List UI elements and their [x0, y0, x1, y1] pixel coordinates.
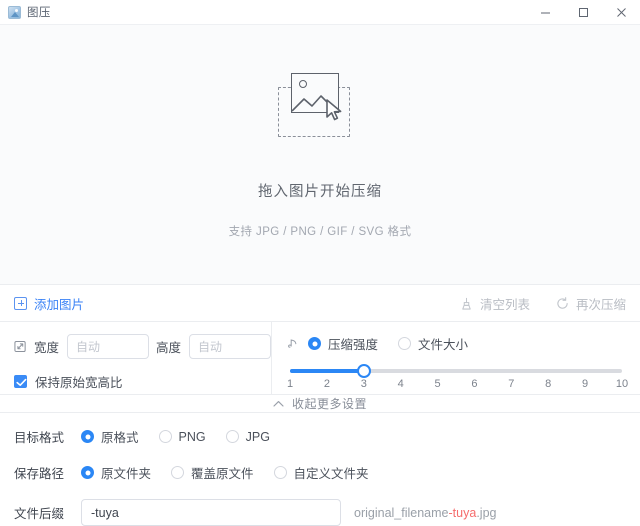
- image-drop-icon: [272, 70, 368, 146]
- check-icon: [16, 378, 27, 387]
- compress-panel: 压缩强度 文件大小 1 2 3 4 5 6 7 8 9 10: [272, 322, 640, 394]
- drop-zone[interactable]: 拖入图片开始压缩 支持 JPG / PNG / GIF / SVG 格式: [0, 25, 640, 285]
- photo-sun: [299, 80, 307, 88]
- cursor-arrow-icon: [324, 98, 346, 124]
- slider-tick: 10: [616, 378, 628, 390]
- preview-suffix: -tuya: [449, 506, 477, 520]
- format-jpg-label: JPG: [246, 430, 270, 444]
- settings-upper: 宽度 高度 保持原始宽高比: [0, 322, 640, 394]
- advanced-settings: 目标格式 原格式 PNG JPG 保存路径 原文件夹 覆盖原文件: [0, 413, 640, 526]
- format-png-label: PNG: [179, 430, 206, 444]
- slider-tick: 2: [324, 378, 330, 390]
- save-path-option-overwrite[interactable]: 覆盖原文件: [171, 463, 254, 482]
- chevron-up-icon: [273, 400, 284, 408]
- filename-preview: original_filename-tuya.jpg: [354, 506, 496, 520]
- radio-dot-path-original[interactable]: [81, 466, 94, 479]
- recompress-button[interactable]: 再次压缩: [556, 294, 626, 313]
- collapse-settings-label: 收起更多设置: [292, 395, 367, 412]
- save-path-row: 保存路径 原文件夹 覆盖原文件 自定义文件夹: [14, 463, 626, 482]
- mode-filesize-label: 文件大小: [418, 334, 468, 353]
- recompress-label: 再次压缩: [576, 294, 626, 313]
- mode-radio-filesize[interactable]: 文件大小: [398, 334, 468, 353]
- width-label: 宽度: [34, 337, 59, 356]
- size-panel: 宽度 高度 保持原始宽高比: [0, 322, 272, 394]
- save-path-original-label: 原文件夹: [101, 463, 151, 482]
- compress-note-icon: [286, 337, 299, 350]
- size-row: 宽度 高度: [14, 334, 271, 359]
- compress-mode-row: 压缩强度 文件大小: [286, 334, 626, 353]
- width-input[interactable]: [67, 334, 149, 359]
- keep-ratio-checkbox[interactable]: [14, 375, 27, 388]
- mode-strength-label: 压缩强度: [328, 334, 378, 353]
- add-images-button[interactable]: 添加图片: [14, 294, 84, 313]
- radio-dot-format-jpg[interactable]: [226, 430, 239, 443]
- collapse-settings-button[interactable]: 收起更多设置: [0, 394, 640, 413]
- minimize-button[interactable]: [526, 0, 564, 24]
- add-images-label: 添加图片: [34, 294, 84, 313]
- drop-zone-subtitle: 支持 JPG / PNG / GIF / SVG 格式: [229, 223, 412, 239]
- window-title: 图压: [27, 4, 51, 20]
- radio-dot-format-png[interactable]: [159, 430, 172, 443]
- maximize-button[interactable]: [564, 0, 602, 24]
- height-label: 高度: [156, 337, 181, 356]
- clear-list-button[interactable]: 清空列表: [460, 294, 530, 313]
- slider-track-fill: [290, 369, 364, 373]
- plus-square-icon: [14, 297, 27, 310]
- preview-extension: .jpg: [476, 506, 496, 520]
- slider-tick: 3: [361, 378, 367, 390]
- image-app-icon: [8, 6, 21, 19]
- title-bar: 图压: [0, 0, 640, 25]
- save-path-label: 保存路径: [14, 463, 81, 482]
- scale-icon: [14, 340, 27, 353]
- slider-track[interactable]: [290, 369, 622, 373]
- save-path-option-original-folder[interactable]: 原文件夹: [81, 463, 151, 482]
- file-suffix-row: 文件后缀 original_filename-tuya.jpg: [14, 499, 626, 526]
- save-path-overwrite-label: 覆盖原文件: [191, 463, 254, 482]
- slider-tick: 1: [287, 378, 293, 390]
- action-bar: 添加图片 清空列表 再次压缩: [0, 285, 640, 322]
- format-option-original[interactable]: 原格式: [81, 427, 139, 446]
- slider-ticks: 12345678910: [290, 378, 622, 394]
- strength-slider[interactable]: 1 2 3 4 5 6 7 8 9 10: [286, 365, 626, 394]
- action-bar-right: 清空列表 再次压缩: [460, 294, 626, 313]
- mode-radio-strength[interactable]: 压缩强度: [308, 334, 378, 353]
- broom-icon: [460, 297, 473, 310]
- close-button[interactable]: [602, 0, 640, 24]
- slider-tick: 7: [508, 378, 514, 390]
- slider-tick: 9: [582, 378, 588, 390]
- slider-tick: 6: [471, 378, 477, 390]
- keep-ratio-row[interactable]: 保持原始宽高比: [14, 372, 271, 391]
- keep-ratio-label: 保持原始宽高比: [35, 372, 123, 391]
- target-format-label: 目标格式: [14, 427, 81, 446]
- target-format-row: 目标格式 原格式 PNG JPG: [14, 427, 626, 446]
- format-option-jpg[interactable]: JPG: [226, 430, 270, 444]
- format-original-label: 原格式: [101, 427, 139, 446]
- format-option-png[interactable]: PNG: [159, 430, 206, 444]
- slider-tick: 5: [434, 378, 440, 390]
- app-window: 图压 拖入图片开始压: [0, 0, 640, 524]
- slider-tick: 4: [398, 378, 404, 390]
- radio-dot-strength[interactable]: [308, 337, 321, 350]
- slider-tick: 8: [545, 378, 551, 390]
- file-suffix-input[interactable]: [81, 499, 341, 526]
- save-path-option-custom[interactable]: 自定义文件夹: [274, 463, 369, 482]
- file-suffix-label: 文件后缀: [14, 503, 81, 522]
- clear-list-label: 清空列表: [480, 294, 530, 313]
- save-path-custom-label: 自定义文件夹: [294, 463, 369, 482]
- radio-dot-path-overwrite[interactable]: [171, 466, 184, 479]
- radio-dot-filesize[interactable]: [398, 337, 411, 350]
- window-controls: [526, 0, 640, 24]
- title-bar-left: 图压: [0, 4, 51, 20]
- refresh-icon: [556, 297, 569, 310]
- slider-knob[interactable]: [357, 364, 371, 378]
- height-input[interactable]: [189, 334, 271, 359]
- preview-prefix: original_filename: [354, 506, 449, 520]
- drop-zone-title: 拖入图片开始压缩: [258, 180, 382, 201]
- radio-dot-path-custom[interactable]: [274, 466, 287, 479]
- radio-dot-format-original[interactable]: [81, 430, 94, 443]
